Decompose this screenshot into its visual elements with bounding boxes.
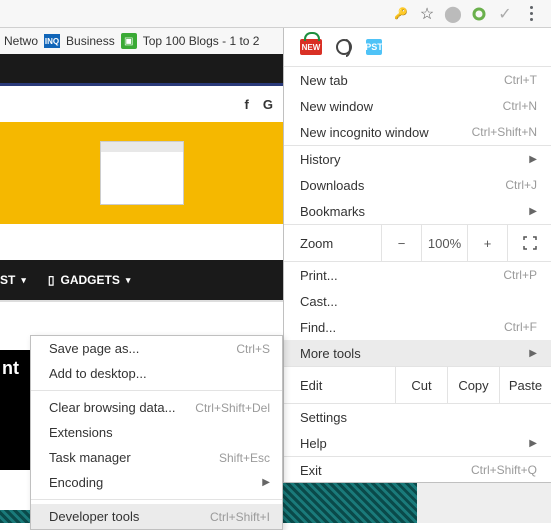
- more-tools-submenu: Save page as...Ctrl+S Add to desktop... …: [30, 335, 283, 530]
- nav-item[interactable]: ▯GADGETS▾: [48, 273, 130, 287]
- submenu-save-page[interactable]: Save page as...Ctrl+S: [31, 336, 282, 361]
- chevron-right-icon: ▶: [262, 477, 270, 488]
- paste-button[interactable]: Paste: [499, 367, 551, 403]
- menu-exit[interactable]: ExitCtrl+Shift+Q: [284, 457, 551, 483]
- key-icon[interactable]: 🔑: [393, 6, 409, 22]
- shortcut: Ctrl+Shift+Del: [195, 401, 270, 415]
- ext-pst-icon[interactable]: PST: [366, 39, 382, 55]
- star-icon[interactable]: ☆: [419, 6, 435, 22]
- shortcut: Ctrl+Shift+N: [472, 125, 537, 139]
- google-icon[interactable]: G: [263, 97, 273, 112]
- menu-history[interactable]: History▶: [284, 146, 551, 172]
- menu-more-tools[interactable]: More tools▶: [284, 340, 551, 366]
- orbit-icon[interactable]: [471, 6, 487, 22]
- menu-help[interactable]: Help▶: [284, 430, 551, 456]
- chevron-down-icon: ▾: [21, 275, 26, 286]
- zoom-percent: 100%: [421, 225, 467, 261]
- blogs-icon: ▣: [121, 33, 137, 49]
- bookmarks-bar: Netwo INQ Business ▣ Top 100 Blogs - 1 t…: [0, 28, 283, 54]
- submenu-encoding[interactable]: Encoding▶: [31, 470, 282, 495]
- shortcut: Ctrl+Shift+I: [210, 510, 270, 524]
- footer-strip: [283, 483, 551, 523]
- globe-icon[interactable]: ⬤: [445, 6, 461, 22]
- chevron-right-icon: ▶: [529, 154, 537, 165]
- zoom-in-button[interactable]: +: [467, 225, 507, 261]
- submenu-extensions[interactable]: Extensions: [31, 420, 282, 445]
- menu-print[interactable]: Print...Ctrl+P: [284, 262, 551, 288]
- menu-new-tab[interactable]: New tabCtrl+T: [284, 67, 551, 93]
- submenu-developer-tools[interactable]: Developer toolsCtrl+Shift+I: [31, 504, 282, 529]
- bookmark-item[interactable]: Top 100 Blogs - 1 to 2: [143, 34, 260, 48]
- shortcut: Shift+Esc: [219, 451, 270, 465]
- shortcut: Ctrl+N: [503, 99, 537, 113]
- shortcut: Ctrl+F: [504, 320, 537, 334]
- site-nav: ST▾ ▯GADGETS▾: [0, 260, 283, 300]
- menu-edit-row: Edit Cut Copy Paste: [284, 366, 551, 404]
- ext-sync-icon[interactable]: [336, 39, 352, 55]
- nav-item[interactable]: ST▾: [0, 273, 26, 287]
- bookmark-item[interactable]: Business: [66, 34, 115, 48]
- edit-label: Edit: [284, 378, 395, 393]
- shortcut: Ctrl+Shift+Q: [471, 463, 537, 477]
- fullscreen-button[interactable]: [507, 225, 551, 261]
- menu-bookmarks[interactable]: Bookmarks▶: [284, 198, 551, 224]
- chrome-main-menu: NEW PST New tabCtrl+T New windowCtrl+N N…: [283, 28, 551, 483]
- chevron-right-icon: ▶: [529, 348, 537, 359]
- menu-zoom: Zoom − 100% +: [284, 224, 551, 262]
- submenu-task-manager[interactable]: Task managerShift+Esc: [31, 445, 282, 470]
- menu-settings[interactable]: Settings: [284, 404, 551, 430]
- chevron-right-icon: ▶: [529, 206, 537, 217]
- cut-button[interactable]: Cut: [395, 367, 447, 403]
- menu-cast[interactable]: Cast...: [284, 288, 551, 314]
- facebook-icon[interactable]: f: [245, 97, 249, 112]
- shortcut: Ctrl+S: [236, 342, 270, 356]
- menu-find[interactable]: Find...Ctrl+F: [284, 314, 551, 340]
- menu-incognito[interactable]: New incognito windowCtrl+Shift+N: [284, 119, 551, 145]
- ext-new-icon[interactable]: NEW: [300, 39, 322, 55]
- menu-downloads[interactable]: DownloadsCtrl+J: [284, 172, 551, 198]
- chevron-right-icon: ▶: [529, 438, 537, 449]
- zoom-label: Zoom: [284, 236, 381, 251]
- submenu-add-desktop[interactable]: Add to desktop...: [31, 361, 282, 386]
- extensions-row: NEW PST: [284, 28, 551, 66]
- menu-icon[interactable]: [523, 4, 539, 24]
- menu-new-window[interactable]: New windowCtrl+N: [284, 93, 551, 119]
- check-icon[interactable]: ✓: [497, 6, 513, 22]
- zoom-out-button[interactable]: −: [381, 225, 421, 261]
- shortcut: Ctrl+T: [504, 73, 537, 87]
- gadgets-icon: ▯: [48, 273, 55, 287]
- chevron-down-icon: ▾: [126, 275, 131, 286]
- submenu-clear-data[interactable]: Clear browsing data...Ctrl+Shift+Del: [31, 395, 282, 420]
- copy-button[interactable]: Copy: [447, 367, 499, 403]
- page-text: nt: [0, 350, 30, 470]
- shortcut: Ctrl+P: [503, 268, 537, 282]
- browser-toolbar: 🔑 ☆ ⬤ ✓: [0, 0, 551, 28]
- inq-icon: INQ: [44, 34, 60, 48]
- bookmark-item[interactable]: Netwo: [4, 34, 38, 48]
- window-thumbnail: [100, 141, 184, 205]
- shortcut: Ctrl+J: [505, 178, 537, 192]
